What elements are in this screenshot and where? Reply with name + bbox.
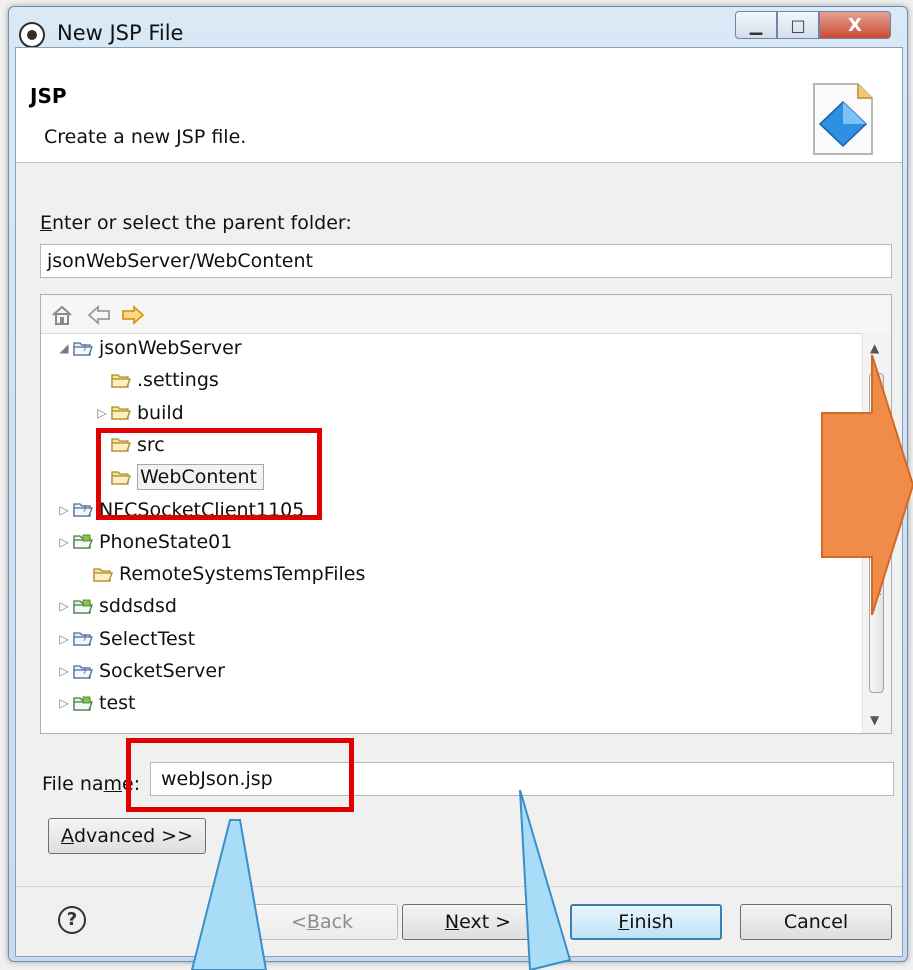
minimize-button[interactable]: ▁ xyxy=(735,11,777,39)
orange-arrow-annotation xyxy=(821,355,913,615)
screenshot: New JSP File ▁ □ X JSP Create a new JSP … xyxy=(0,0,913,970)
expand-twisty-icon[interactable]: ◢ xyxy=(55,341,73,355)
tree-item[interactable]: ▷ build xyxy=(93,398,184,428)
tree-item-label: test xyxy=(99,692,136,715)
project-icon: J xyxy=(73,631,93,646)
tree-item[interactable]: src xyxy=(93,430,165,460)
tree-item-label: RemoteSystemsTempFiles xyxy=(119,563,366,586)
svg-text:J: J xyxy=(83,666,86,674)
cancel-button[interactable]: Cancel xyxy=(740,904,892,940)
expand-twisty-icon[interactable]: ▷ xyxy=(55,696,73,710)
advanced-label: dvanced >> xyxy=(73,825,194,847)
tree-item[interactable]: RemoteSystemsTempFiles xyxy=(75,559,365,589)
file-name-label: File name: xyxy=(42,773,140,795)
svg-text:J: J xyxy=(83,504,86,512)
tree-item[interactable]: ▷ J SocketServer xyxy=(55,656,225,686)
tree-item[interactable]: ◢ JjsonWebServer xyxy=(55,333,242,363)
tree-item-label: .settings xyxy=(137,369,219,392)
svg-text:J: J xyxy=(83,633,86,641)
folder-icon xyxy=(111,470,131,485)
tree-item-label: WebContent xyxy=(137,464,264,491)
expand-twisty-icon[interactable]: ▷ xyxy=(55,599,73,613)
tree-item[interactable]: ▷ J SelectTest xyxy=(55,624,195,654)
scroll-down-arrow[interactable]: ▼ xyxy=(870,713,879,727)
tree-item[interactable]: ▷ test xyxy=(55,688,136,718)
expand-twisty-icon[interactable]: ▷ xyxy=(55,632,73,646)
advanced-button[interactable]: Advanced >> xyxy=(48,818,206,854)
parent-folder-label-text: nter or select the parent folder: xyxy=(52,212,352,234)
tree-toolbar xyxy=(41,295,891,334)
back-icon[interactable] xyxy=(87,305,111,325)
close-button[interactable]: X xyxy=(819,11,891,39)
project-icon: J xyxy=(73,502,93,517)
wizard-header: JSP Create a new JSP file. xyxy=(16,48,902,163)
tree-item-label: PhoneState01 xyxy=(99,530,233,553)
project-icon: J xyxy=(73,664,93,679)
expand-twisty-icon[interactable]: ▷ xyxy=(55,664,73,678)
tree-item-label: src xyxy=(137,433,165,456)
scroll-up-arrow[interactable]: ▲ xyxy=(870,341,879,355)
maximize-button[interactable]: □ xyxy=(777,11,819,39)
expand-twisty-icon[interactable]: ▷ xyxy=(55,535,73,549)
tree-item[interactable]: WebContent xyxy=(93,462,264,492)
window-title: New JSP File xyxy=(57,21,184,45)
home-icon[interactable] xyxy=(51,304,73,326)
tree-item-label: jsonWebServer xyxy=(99,337,242,359)
project-icon xyxy=(73,599,93,614)
expand-twisty-icon[interactable]: ▷ xyxy=(93,406,111,420)
tree-item[interactable]: ▷ sddsdsd xyxy=(55,591,177,621)
project-icon xyxy=(73,534,93,549)
file-name-label-rest: e: xyxy=(122,773,141,795)
tree-item-label: build xyxy=(137,401,184,424)
finish-mnemonic: F xyxy=(618,911,630,933)
folder-icon xyxy=(111,405,131,420)
project-icon xyxy=(73,696,93,711)
folder-tree[interactable]: ◢ JjsonWebServer .settings ▷ build src WebCont… xyxy=(40,294,892,734)
tree-item[interactable]: ▷ J NFCSocketClient1105 xyxy=(55,495,304,525)
tree-item-label: SelectTest xyxy=(99,627,196,650)
folder-icon xyxy=(111,373,131,388)
tree-item-label: SocketServer xyxy=(99,660,225,682)
jsp-file-icon xyxy=(813,83,873,155)
finish-label: inish xyxy=(629,911,674,933)
parent-folder-input[interactable]: jsonWebServer/WebContent xyxy=(40,244,892,278)
project-icon: J xyxy=(73,341,93,356)
tree-item[interactable]: ▷ PhoneState01 xyxy=(55,527,232,557)
folder-icon xyxy=(93,567,113,582)
file-name-label-prefix: File na xyxy=(42,773,104,795)
svg-text:J: J xyxy=(83,343,86,351)
wizard-description: Create a new JSP file. xyxy=(44,126,247,148)
tree-item-label: sddsdsd xyxy=(99,595,177,618)
wizard-title: JSP xyxy=(30,84,67,108)
parent-folder-label-mnemonic: E xyxy=(40,212,53,234)
eclipse-app-icon xyxy=(19,22,45,48)
parent-folder-label: Enter or select the parent folder: xyxy=(40,212,352,234)
folder-icon xyxy=(111,437,131,453)
advanced-mnemonic: A xyxy=(60,825,74,847)
file-name-label-mnemonic: m xyxy=(103,773,123,795)
callout-bubble-annotation xyxy=(190,790,572,970)
tree-item-label: NFCSocketClient1105 xyxy=(99,498,305,521)
forward-icon[interactable] xyxy=(121,305,145,325)
expand-twisty-icon[interactable]: ▷ xyxy=(55,503,73,517)
help-icon[interactable]: ? xyxy=(58,906,86,934)
tree-item[interactable]: .settings xyxy=(93,365,219,395)
